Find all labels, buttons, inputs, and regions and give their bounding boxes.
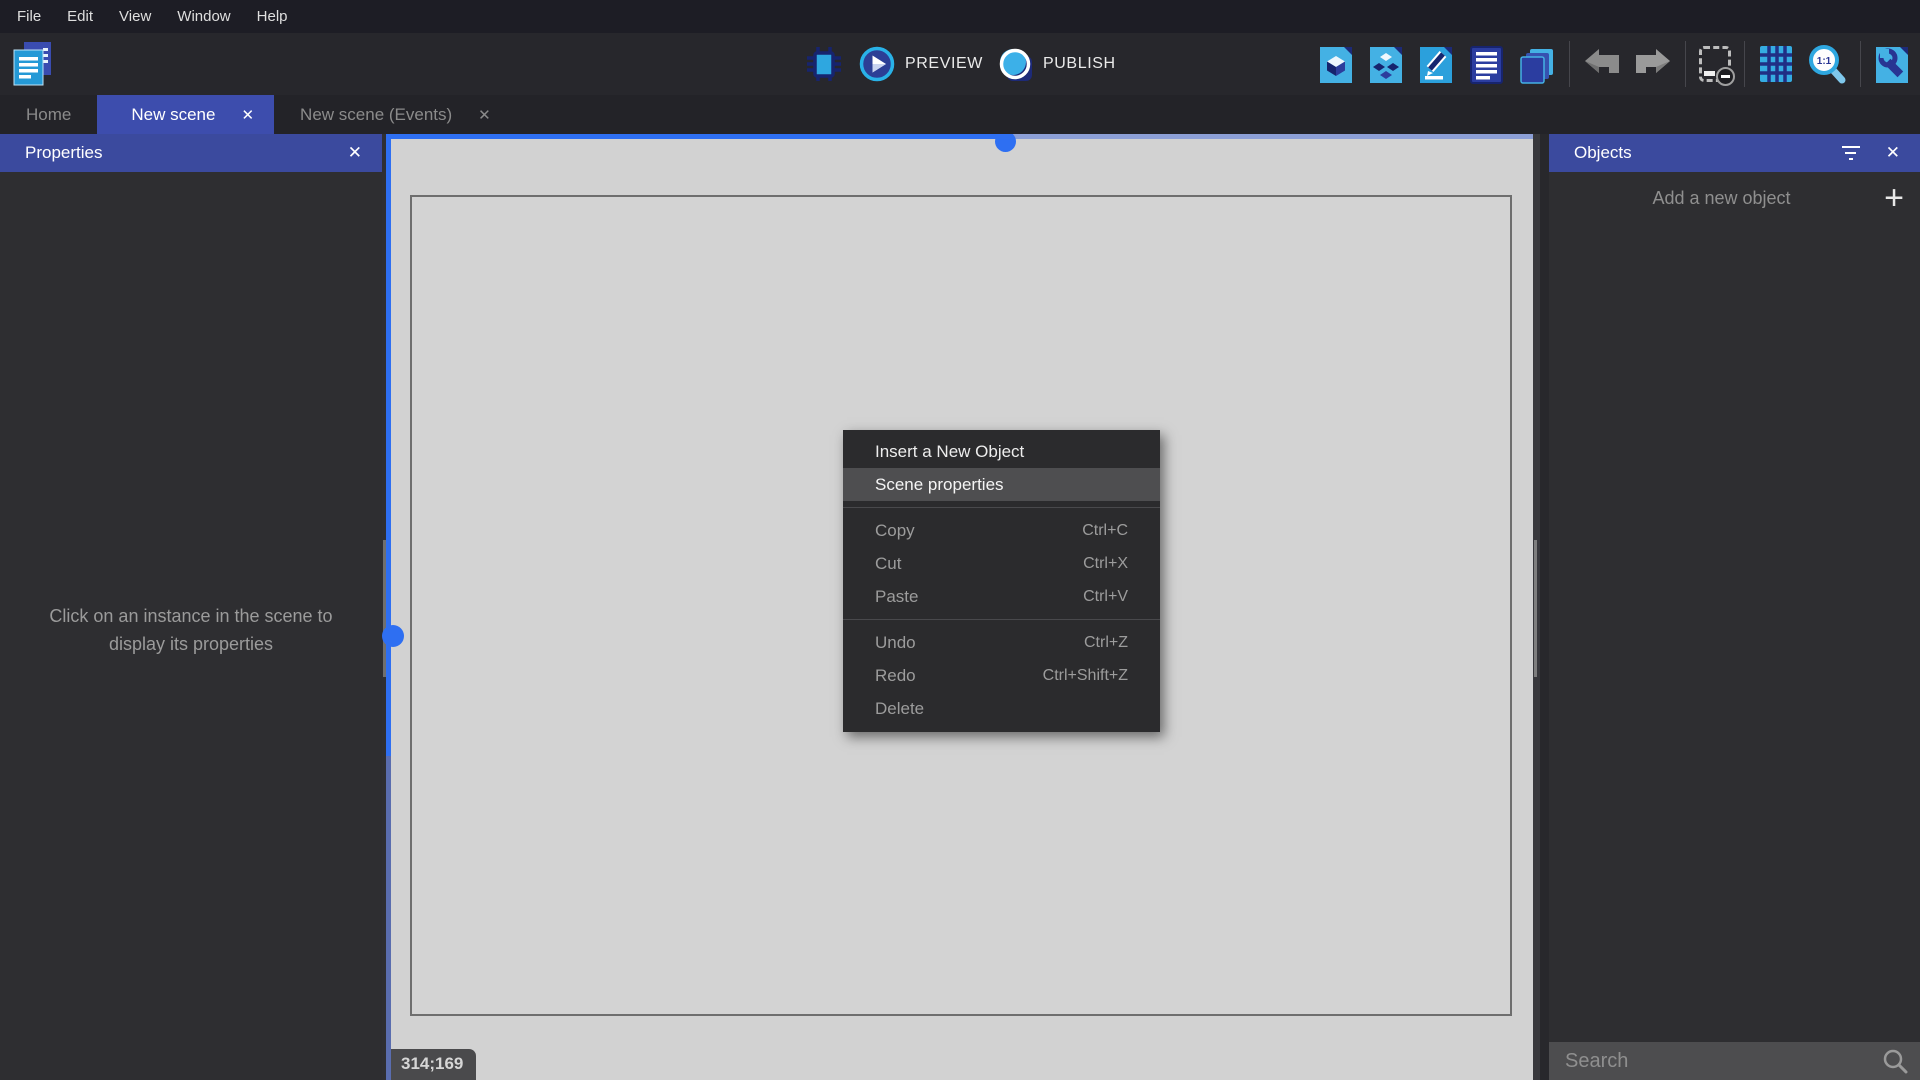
context-menu-label: Redo — [875, 666, 916, 686]
project-manager-icon[interactable] — [8, 40, 56, 88]
tab-bar: Home New scene ✕ New scene (Events) ✕ — [0, 95, 1920, 134]
instances-list-icon[interactable] — [1468, 43, 1505, 85]
context-menu-label: Delete — [875, 699, 924, 719]
context-menu-item-scene-properties[interactable]: Scene properties — [843, 468, 1160, 501]
context-menu-item-cut[interactable]: Cut Ctrl+X — [843, 547, 1160, 580]
tab-home-label: Home — [26, 105, 71, 125]
tab-close-icon[interactable]: ✕ — [241, 106, 254, 124]
vertical-scroll-track[interactable] — [386, 134, 391, 1080]
preview-label: PREVIEW — [905, 55, 983, 73]
grid-icon[interactable] — [1758, 44, 1794, 84]
object-groups-editor-icon[interactable] — [1368, 43, 1405, 85]
close-icon[interactable]: ✕ — [344, 141, 366, 165]
context-menu-separator — [843, 507, 1160, 508]
right-scrollbar-lane — [1533, 134, 1540, 1080]
add-new-object-button[interactable]: Add a new object + — [1549, 174, 1920, 222]
context-menu-shortcut: Ctrl+C — [1082, 522, 1128, 540]
plus-icon[interactable]: + — [1884, 176, 1904, 220]
tab-new-scene-events-label: New scene (Events) — [300, 105, 452, 125]
properties-panel: Properties ✕ Click on an instance in the… — [0, 134, 382, 1080]
context-menu-item-redo[interactable]: Redo Ctrl+Shift+Z — [843, 659, 1160, 692]
add-new-object-label: Add a new object — [1652, 188, 1790, 209]
context-menu-shortcut: Ctrl+Z — [1084, 634, 1128, 652]
context-menu-label: Paste — [875, 587, 918, 607]
properties-panel-title: Properties — [25, 143, 102, 163]
objects-search-bar — [1549, 1042, 1920, 1080]
toolbar-separator — [1685, 41, 1686, 87]
objects-panel: Objects ✕ Add a new object + — [1549, 134, 1920, 1080]
tab-close-icon[interactable]: ✕ — [478, 106, 491, 124]
menu-bar: File Edit View Window Help — [0, 0, 1920, 33]
tab-new-scene-label: New scene — [131, 105, 215, 125]
objects-search-input[interactable] — [1565, 1050, 1882, 1073]
preview-play-icon — [859, 46, 895, 82]
cursor-coordinates-badge: 314;169 — [391, 1049, 476, 1080]
context-menu-shortcut: Ctrl+V — [1083, 588, 1128, 606]
context-menu-item-insert-object[interactable]: Insert a New Object — [843, 435, 1160, 468]
context-menu-label: Undo — [875, 633, 916, 653]
toolbar-separator — [1569, 41, 1570, 87]
toolbar-separator — [1860, 41, 1861, 87]
objects-editor-icon[interactable] — [1318, 43, 1355, 85]
horizontal-scroll-thumb[interactable] — [995, 134, 1016, 152]
vertical-scroll-thumb[interactable] — [382, 625, 404, 647]
tab-new-scene[interactable]: New scene ✕ — [97, 95, 274, 134]
menu-help[interactable]: Help — [244, 0, 301, 33]
publish-label: PUBLISH — [1043, 55, 1116, 73]
objects-panel-header: Objects ✕ — [1549, 134, 1920, 172]
publish-globe-icon — [997, 46, 1033, 82]
context-menu-label: Copy — [875, 521, 915, 541]
context-menu-item-undo[interactable]: Undo Ctrl+Z — [843, 626, 1160, 659]
preview-button[interactable]: PREVIEW — [859, 46, 983, 82]
undo-icon[interactable] — [1583, 48, 1621, 80]
menu-file[interactable]: File — [4, 0, 54, 33]
context-menu-shortcut: Ctrl+Shift+Z — [1043, 667, 1128, 685]
publish-button[interactable]: PUBLISH — [997, 46, 1116, 82]
objects-panel-title: Objects — [1574, 143, 1632, 163]
context-menu-label: Insert a New Object — [875, 442, 1024, 462]
properties-panel-header: Properties ✕ — [0, 134, 382, 172]
toolbar-separator — [1744, 41, 1745, 87]
tab-new-scene-events[interactable]: New scene (Events) ✕ — [274, 95, 517, 134]
right-scrollbar-thumb[interactable] — [1534, 540, 1537, 677]
menu-window[interactable]: Window — [164, 0, 243, 33]
context-menu-label: Cut — [875, 554, 901, 574]
context-menu-separator — [843, 619, 1160, 620]
redo-icon[interactable] — [1634, 48, 1672, 80]
context-menu-item-delete[interactable]: Delete — [843, 692, 1160, 725]
menu-view[interactable]: View — [106, 0, 164, 33]
close-icon[interactable]: ✕ — [1882, 141, 1904, 165]
zoom-1-1-icon[interactable]: 1:1 — [1807, 44, 1847, 84]
deselect-mask-icon[interactable] — [1699, 46, 1731, 82]
context-menu: Insert a New Object Scene properties Cop… — [843, 430, 1160, 732]
context-menu-item-paste[interactable]: Paste Ctrl+V — [843, 580, 1160, 613]
debugger-tools-icon[interactable] — [1874, 43, 1911, 85]
main-area: Properties ✕ Click on an instance in the… — [0, 134, 1920, 1080]
layers-editor-icon[interactable] — [1518, 43, 1556, 85]
tab-home[interactable]: Home — [0, 95, 97, 134]
svg-text:1:1: 1:1 — [1817, 56, 1832, 67]
menu-edit[interactable]: Edit — [54, 0, 106, 33]
scene-canvas[interactable]: 314;169 Insert a New Object Scene proper… — [382, 134, 1540, 1080]
context-menu-label: Scene properties — [875, 475, 1004, 495]
search-icon[interactable] — [1882, 1048, 1908, 1074]
toolbar: PREVIEW PUBLISH — [0, 33, 1920, 95]
horizontal-scroll-track[interactable] — [382, 134, 1540, 139]
scene-properties-edit-icon[interactable] — [1418, 43, 1455, 85]
debug-icon[interactable] — [803, 43, 845, 85]
context-menu-shortcut: Ctrl+X — [1083, 555, 1128, 573]
context-menu-item-copy[interactable]: Copy Ctrl+C — [843, 514, 1160, 547]
properties-empty-message: Click on an instance in the scene to dis… — [31, 602, 351, 658]
filter-icon[interactable] — [1842, 146, 1860, 160]
